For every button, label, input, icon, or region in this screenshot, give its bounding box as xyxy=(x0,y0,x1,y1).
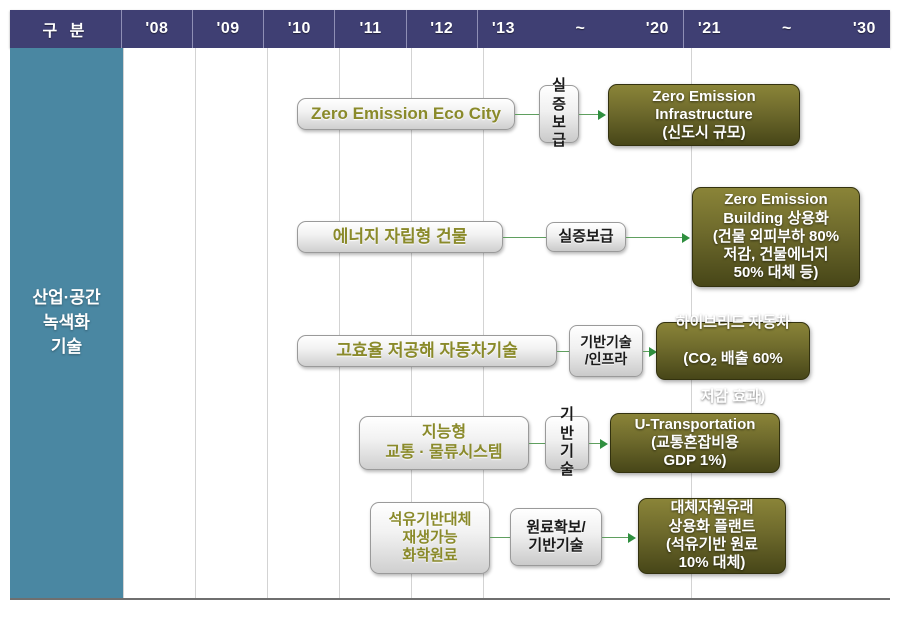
header-cell-year-12: '12 xyxy=(407,10,478,48)
connector-label-row-5[interactable]: 원료확보/ 기반기술 xyxy=(510,508,602,566)
header-cell-span-13-20: '13 ~ '20 xyxy=(478,10,684,48)
arrow-head xyxy=(598,110,606,120)
source-box-label: 석유기반대체 재생가능 화학원료 xyxy=(388,510,472,565)
source-box-label: 에너지 자립형 건물 xyxy=(332,226,468,246)
arrow-head xyxy=(628,533,636,543)
header-cell-year-10: '10 xyxy=(264,10,336,48)
connector-label-text: 기반 기술 xyxy=(560,406,574,479)
outcome-box-label: 대체자원유래 상용화 플랜트 (석유기반 원료 10% 대체) xyxy=(666,499,758,572)
outcome-line-2-post: 배출 60% xyxy=(716,350,783,368)
outcome-box-row-1[interactable]: Zero Emission Infrastructure (신도시 규모) xyxy=(608,84,800,146)
connector-line xyxy=(529,443,545,444)
connector-label-text: 원료확보/ 기반기술 xyxy=(526,518,586,554)
outcome-box-label: Zero Emission Building 상용화 (건물 외피부하 80% … xyxy=(712,191,840,282)
connector-label-text: 실증 보급 xyxy=(552,77,566,150)
outcome-box-row-5[interactable]: 대체자원유래 상용화 플랜트 (석유기반 원료 10% 대체) xyxy=(638,498,786,574)
connector-label-row-1[interactable]: 실증 보급 xyxy=(539,77,579,149)
outcome-line-1: 하이브리드 자동차 xyxy=(675,313,791,331)
connector-label-row-4[interactable]: 기반 기술 xyxy=(545,406,589,478)
outcome-box-row-3[interactable]: 하이브리드 자동차 (CO2 배출 60% 저감 효과) xyxy=(656,314,810,405)
outcome-box-label: U-Transportation (교통혼잡비용 GDP 1%) xyxy=(634,415,756,470)
header-span-start: '21 xyxy=(697,20,722,37)
connector-label-row-2[interactable]: 실증보급 xyxy=(546,222,626,252)
source-box-label: 지능형 교통 · 물류시스템 xyxy=(385,424,503,461)
grid-line xyxy=(267,48,268,598)
source-box-row-3[interactable]: 고효율 저공해 자동차기술 xyxy=(297,335,557,367)
table-header-row: 구 분 '08 '09 '10 '11 '12 '13 ~ '20 '21 ~ … xyxy=(10,10,890,48)
header-span-tilde: ~ xyxy=(782,20,792,37)
source-box-label: 고효율 저공해 자동차기술 xyxy=(336,340,518,360)
outcome-box-row-2[interactable]: Zero Emission Building 상용화 (건물 외피부하 80% … xyxy=(692,187,860,287)
header-span-end: '30 xyxy=(852,20,876,37)
header-cell-year-08: '08 xyxy=(122,10,193,48)
grid-line xyxy=(339,48,340,598)
outcome-box-label: 하이브리드 자동차 (CO2 배출 60% 저감 효과) xyxy=(668,293,799,408)
category-label: 산업·공간 녹색화 기술 xyxy=(32,288,101,357)
header-cell-year-11: '11 xyxy=(335,10,407,48)
source-box-row-2[interactable]: 에너지 자립형 건물 xyxy=(297,221,503,253)
source-box-row-5[interactable]: 석유기반대체 재생가능 화학원료 xyxy=(370,502,490,574)
connector-line xyxy=(490,537,510,538)
grid-line xyxy=(123,48,124,598)
header-span-tilde: ~ xyxy=(575,20,586,37)
outcome-box-label: Zero Emission Infrastructure (신도시 규모) xyxy=(652,87,756,142)
connector-line xyxy=(503,237,546,238)
outcome-line-3: 저감 효과) xyxy=(700,388,766,406)
connector-line xyxy=(557,351,569,352)
outcome-line-2-pre: (CO xyxy=(683,350,711,368)
source-box-row-4[interactable]: 지능형 교통 · 물류시스템 xyxy=(359,416,529,470)
outcome-box-row-4[interactable]: U-Transportation (교통혼잡비용 GDP 1%) xyxy=(610,413,780,473)
connector-label-row-3[interactable]: 기반기술 /인프라 xyxy=(569,325,643,377)
roadmap-diagram: 구 분 '08 '09 '10 '11 '12 '13 ~ '20 '21 ~ … xyxy=(0,0,900,633)
header-cell-span-21-30: '21 ~ '30 xyxy=(684,10,890,48)
source-box-row-1[interactable]: Zero Emission Eco City xyxy=(297,98,515,130)
grid-line xyxy=(195,48,196,598)
category-cell: 산업·공간 녹색화 기술 xyxy=(10,48,123,598)
header-cell-category: 구 분 xyxy=(10,10,122,48)
header-span-start: '13 xyxy=(491,20,515,37)
connector-label-text: 실증보급 xyxy=(558,227,614,245)
connector-line xyxy=(626,237,686,238)
arrow-head xyxy=(600,439,608,449)
connector-label-text: 기반기술 /인프라 xyxy=(580,333,632,367)
header-span-end: '20 xyxy=(645,20,669,37)
source-box-label: Zero Emission Eco City xyxy=(311,103,501,123)
header-cell-year-09: '09 xyxy=(193,10,265,48)
arrow-head xyxy=(682,233,690,243)
connector-line xyxy=(515,114,539,115)
